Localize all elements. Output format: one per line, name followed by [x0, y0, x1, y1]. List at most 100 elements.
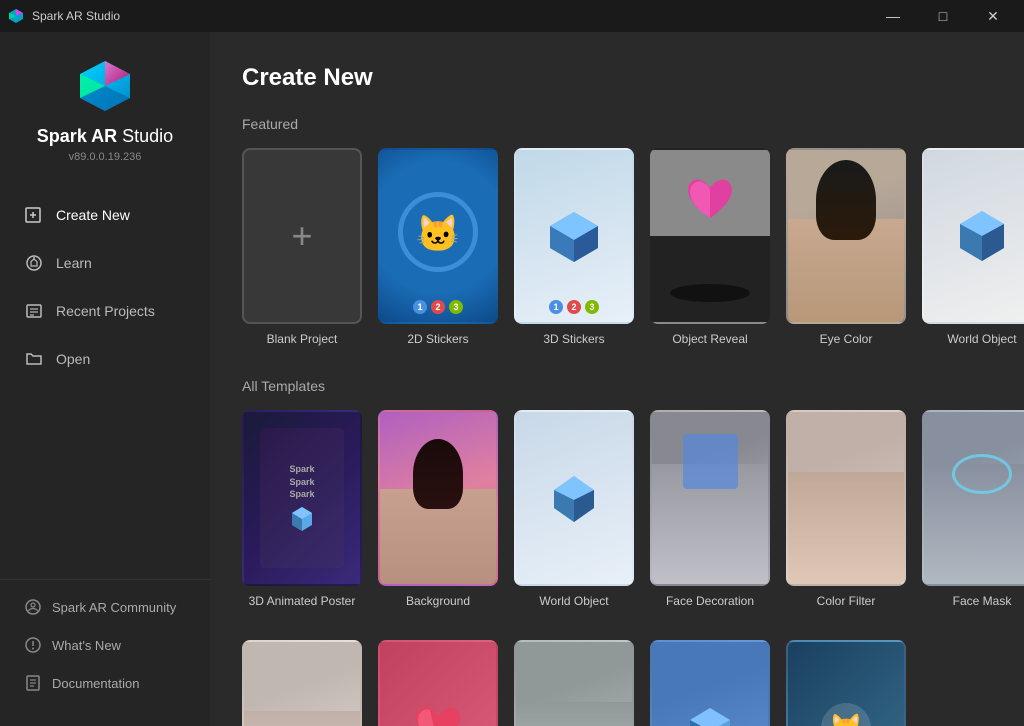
- template-3d-poster[interactable]: SparkSparkSpark 3D Animated Poster: [242, 410, 362, 608]
- blank-project-label: Blank Project: [242, 332, 362, 346]
- recent-projects-icon: [24, 301, 44, 321]
- cat-icon: 🐱: [416, 213, 461, 255]
- color-filter-label: Color Filter: [786, 594, 906, 608]
- logo-icon: [75, 56, 135, 116]
- 3d-stickers-thumb: 1 2 3: [514, 148, 634, 324]
- footer-label-documentation: Documentation: [52, 676, 139, 691]
- all-templates-label: All Templates: [242, 378, 992, 394]
- object-reveal-label: Object Reveal: [650, 332, 770, 346]
- world-obj2-thumb: [514, 410, 634, 586]
- hair: [413, 439, 463, 509]
- logo-name: Spark AR Studio: [37, 126, 173, 147]
- template-background[interactable]: Background: [378, 410, 498, 608]
- template-world-obj2[interactable]: World Object: [514, 410, 634, 608]
- mask-overlay: [952, 454, 1012, 494]
- bottom-thumb-1: [242, 640, 362, 726]
- minimize-button[interactable]: —: [870, 0, 916, 32]
- bottom-thumb-5: 🐱: [786, 640, 906, 726]
- template-bottom-2[interactable]: [378, 640, 498, 726]
- world-object-thumb: [922, 148, 1024, 324]
- template-blank-project[interactable]: + Blank Project: [242, 148, 362, 346]
- nav-label-create-new: Create New: [56, 207, 130, 223]
- template-bottom-5[interactable]: 🐱: [786, 640, 906, 726]
- blue-gem-icon: [685, 703, 735, 726]
- icosahedron-icon: [952, 206, 1012, 266]
- template-2d-stickers[interactable]: 🐱 1 2 3 2D Stickers: [378, 148, 498, 346]
- 3d-poster-thumb: SparkSparkSpark: [242, 410, 362, 586]
- app-icon: [8, 8, 24, 24]
- logo-version: v89.0.0.19.236: [69, 151, 142, 163]
- template-bottom-4[interactable]: [650, 640, 770, 726]
- close-button[interactable]: ✕: [970, 0, 1016, 32]
- person-body: [380, 489, 496, 584]
- open-icon: [24, 349, 44, 369]
- heart-2-icon: [410, 700, 466, 726]
- template-eye-color[interactable]: Eye Color: [786, 148, 906, 346]
- face-deco-label: Face Decoration: [650, 594, 770, 608]
- all-templates-section: All Templates SparkSparkSpark: [242, 378, 992, 608]
- page-title: Create New: [242, 64, 992, 92]
- footer-item-documentation[interactable]: Documentation: [0, 664, 210, 702]
- step-dots-3d: 1 2 3: [549, 300, 599, 314]
- featured-label: Featured: [242, 116, 992, 132]
- glasses-icon: [683, 434, 738, 489]
- app-body: Spark AR Studio v89.0.0.19.236 Create Ne…: [0, 32, 1024, 726]
- 3d-stickers-label: 3D Stickers: [514, 332, 634, 346]
- person-color: [788, 472, 904, 584]
- face-person: [652, 464, 768, 584]
- featured-section: Featured + Blank Project 🐱 1 2: [242, 116, 992, 346]
- whats-new-icon: [24, 636, 42, 654]
- face-mask-label: Face Mask: [922, 594, 1024, 608]
- poster-card: SparkSparkSpark: [260, 428, 344, 568]
- background-thumb: [378, 410, 498, 586]
- footer-label-whats-new: What's New: [52, 638, 121, 653]
- nav-item-recent-projects[interactable]: Recent Projects: [0, 287, 210, 335]
- footer-label-community: Spark AR Community: [52, 600, 176, 615]
- title-bar: Spark AR Studio — □ ✕: [0, 0, 1024, 32]
- create-new-icon: [24, 205, 44, 225]
- window-controls: — □ ✕: [870, 0, 1016, 32]
- object-reveal-thumb: [650, 148, 770, 324]
- maximize-button[interactable]: □: [920, 0, 966, 32]
- eye-color-thumb: [786, 148, 906, 324]
- shadow-ellipse: [670, 284, 750, 302]
- face-deco-thumb: [650, 410, 770, 586]
- template-3d-stickers[interactable]: 1 2 3 3D Stickers: [514, 148, 634, 346]
- template-world-object[interactable]: World Object: [922, 148, 1024, 346]
- nav-label-recent-projects: Recent Projects: [56, 303, 155, 319]
- sidebar-footer: Spark AR Community What's New: [0, 579, 210, 710]
- nav-item-learn[interactable]: Learn: [0, 239, 210, 287]
- featured-grid: + Blank Project 🐱 1 2 3 2D Stickers: [242, 148, 992, 346]
- sidebar-nav: Create New Learn: [0, 183, 210, 579]
- eye-color-label: Eye Color: [786, 332, 906, 346]
- heart-icon: [682, 170, 738, 226]
- nav-label-learn: Learn: [56, 255, 92, 271]
- blank-project-thumb: +: [242, 148, 362, 324]
- bottom-row-grid: 🐱: [242, 640, 992, 726]
- template-object-reveal[interactable]: Object Reveal: [650, 148, 770, 346]
- footer-item-whats-new[interactable]: What's New: [0, 626, 210, 664]
- all-templates-grid: SparkSparkSpark 3D Animated Poster: [242, 410, 992, 608]
- main-content: Create New Featured + Blank Project 🐱: [210, 32, 1024, 726]
- template-face-mask[interactable]: Face Mask: [922, 410, 1024, 608]
- world-object-label: World Object: [922, 332, 1024, 346]
- community-icon: [24, 598, 42, 616]
- background-label: Background: [378, 594, 498, 608]
- footer-item-community[interactable]: Spark AR Community: [0, 588, 210, 626]
- learn-icon: [24, 253, 44, 273]
- mask-person: [924, 464, 1024, 584]
- bottom-thumb-4: [650, 640, 770, 726]
- world-obj2-label: World Object: [514, 594, 634, 608]
- 3d-poster-label: 3D Animated Poster: [242, 594, 362, 608]
- nav-item-open[interactable]: Open: [0, 335, 210, 383]
- template-face-decoration[interactable]: Face Decoration: [650, 410, 770, 608]
- template-bottom-1[interactable]: [242, 640, 362, 726]
- template-bottom-3[interactable]: [514, 640, 634, 726]
- nav-item-create-new[interactable]: Create New: [0, 191, 210, 239]
- sidebar: Spark AR Studio v89.0.0.19.236 Create Ne…: [0, 32, 210, 726]
- gem-icon: [544, 468, 604, 528]
- template-color-filter[interactable]: Color Filter: [786, 410, 906, 608]
- plus-icon: +: [291, 218, 312, 254]
- step-dots-2d: 1 2 3: [413, 300, 463, 314]
- title-bar-left: Spark AR Studio: [8, 8, 120, 24]
